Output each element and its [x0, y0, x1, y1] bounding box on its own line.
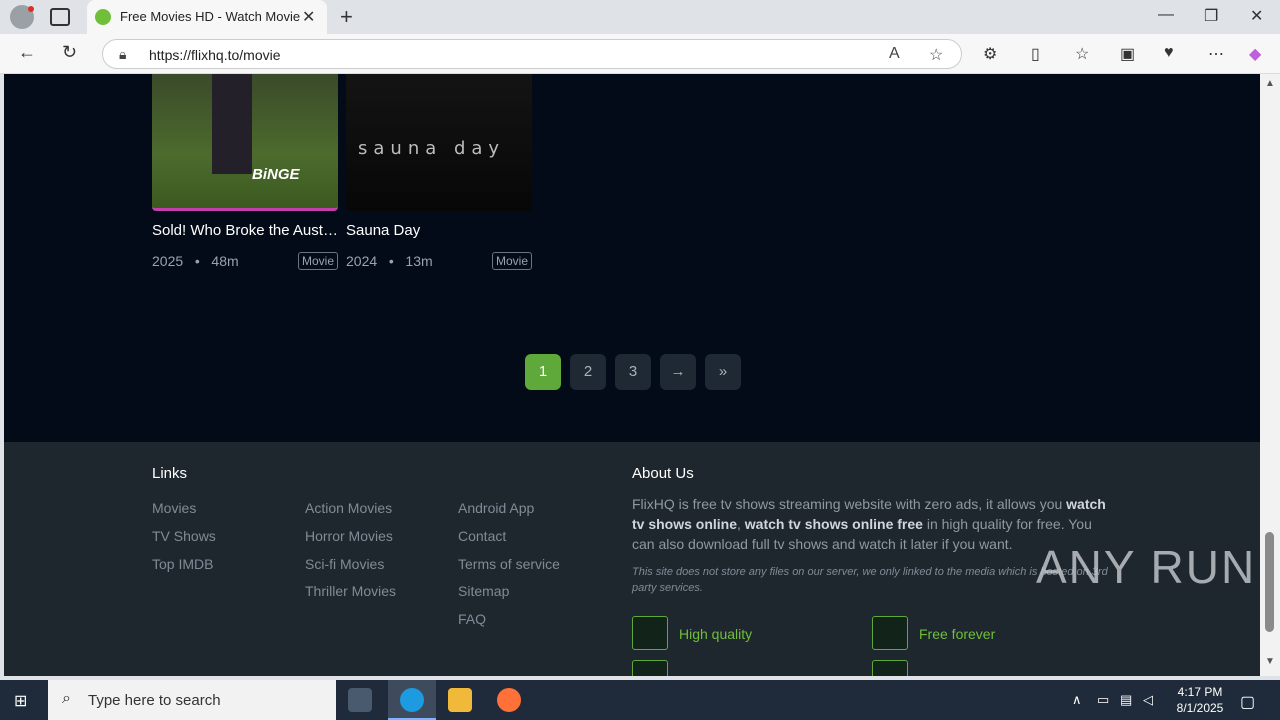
- movie-year: 2025: [152, 253, 184, 269]
- links-heading: Links: [152, 465, 188, 482]
- footer-link-scifi[interactable]: Sci-fi Movies: [305, 556, 384, 572]
- notification-dot: [28, 6, 34, 12]
- movie-title[interactable]: Sauna Day: [346, 222, 532, 239]
- footer-link-sitemap[interactable]: Sitemap: [458, 583, 509, 599]
- about-keyword: watch tv shows online free: [744, 516, 923, 532]
- last-page-button[interactable]: »: [705, 354, 741, 390]
- split-screen-icon[interactable]: ▯: [1031, 44, 1040, 64]
- page-1-button[interactable]: 1: [525, 354, 561, 390]
- footer-link-android-app[interactable]: Android App: [458, 500, 534, 516]
- refresh-icon[interactable]: ↻: [62, 42, 77, 63]
- footer-link-horror[interactable]: Horror Movies: [305, 528, 393, 544]
- meta-separator: •: [388, 253, 394, 269]
- extensions-icon[interactable]: ⚙: [983, 44, 997, 64]
- collections-icon[interactable]: ▣: [1120, 44, 1135, 64]
- anyrun-watermark: ANY RUN: [1036, 541, 1257, 593]
- task-view-icon[interactable]: [348, 688, 372, 712]
- movie-meta: 2025 • 48m: [152, 253, 239, 269]
- page-3-button[interactable]: 3: [615, 354, 651, 390]
- new-tab-button[interactable]: +: [340, 4, 353, 30]
- url-text[interactable]: https://flixhq.to/movie: [149, 47, 281, 63]
- footer-link-contact[interactable]: Contact: [458, 528, 506, 544]
- about-heading: About Us: [632, 465, 694, 482]
- footer-link-faq[interactable]: FAQ: [458, 611, 486, 627]
- download-icon: [632, 660, 668, 676]
- footer-link-action[interactable]: Action Movies: [305, 500, 392, 516]
- tab-title: Free Movies HD - Watch Movies online: [120, 9, 300, 24]
- movie-year: 2024: [346, 253, 378, 269]
- taskbar-clock[interactable]: 4:17 PM 8/1/2025: [1170, 684, 1230, 716]
- movie-poster[interactable]: BiNGE: [152, 74, 338, 211]
- about-text-part: ,: [737, 516, 745, 532]
- tray-device-icon[interactable]: ▭: [1097, 692, 1109, 708]
- movie-type-badge: Movie: [491, 252, 532, 270]
- settings-more-icon[interactable]: ⋯: [1208, 44, 1224, 64]
- about-text-part: FlixHQ is free tv shows streaming websit…: [632, 496, 1067, 512]
- back-icon[interactable]: ←: [18, 42, 36, 63]
- clock-time: 4:17 PM: [1177, 685, 1223, 699]
- window-close-icon[interactable]: ✕: [1250, 6, 1263, 26]
- next-page-button[interactable]: →: [660, 354, 696, 390]
- tab-actions-icon[interactable]: [50, 8, 70, 26]
- scroll-up-icon[interactable]: ▲: [1265, 78, 1275, 89]
- page-2-button[interactable]: 2: [570, 354, 606, 390]
- subtitle-icon: [872, 660, 908, 676]
- search-icon: ⌕: [62, 690, 71, 707]
- favorites-icon[interactable]: ☆: [1075, 44, 1089, 64]
- footer-link-movies[interactable]: Movies: [152, 500, 196, 516]
- firefox-icon[interactable]: [497, 688, 521, 712]
- windows-taskbar: ⊞ ⌕ Type here to search ∧ ▭ ▤ ◁ 4:17 PM …: [0, 680, 1280, 720]
- tab-close-icon[interactable]: ✕: [302, 7, 315, 27]
- volume-icon[interactable]: ◁: [1143, 692, 1153, 708]
- address-bar[interactable]: 🔒︎ https://flixhq.to/movie A ☆: [102, 39, 962, 69]
- taskbar-search-box[interactable]: ⌕ Type here to search: [48, 680, 336, 720]
- browser-essentials-icon[interactable]: ♥: [1164, 44, 1174, 62]
- read-aloud-icon[interactable]: A: [889, 45, 900, 63]
- movie-meta: 2024 • 13m: [346, 253, 433, 269]
- movie-poster[interactable]: sauna day: [346, 74, 532, 211]
- feature-high-quality: High quality: [679, 626, 753, 642]
- clock-date: 8/1/2025: [1176, 701, 1224, 715]
- poster-figure: [212, 74, 252, 174]
- favorite-star-icon[interactable]: ☆: [929, 45, 943, 65]
- footer-link-terms[interactable]: Terms of service: [458, 556, 560, 572]
- network-icon[interactable]: ▤: [1120, 692, 1132, 708]
- poster-logo: BiNGE: [252, 166, 300, 183]
- footer-link-tv-shows[interactable]: TV Shows: [152, 528, 216, 544]
- active-tab[interactable]: Free Movies HD - Watch Movies online ✕: [87, 0, 327, 34]
- notifications-icon[interactable]: ▢: [1240, 692, 1255, 712]
- crown-icon: [632, 616, 668, 650]
- poster-title-art: sauna day: [358, 138, 506, 159]
- site-info-icon[interactable]: 🔒︎: [119, 46, 126, 63]
- scroll-thumb[interactable]: [1265, 532, 1274, 632]
- play-icon: [872, 616, 908, 650]
- windows-start-icon[interactable]: ⊞: [14, 691, 27, 711]
- tray-chevron-icon[interactable]: ∧: [1072, 692, 1082, 708]
- movie-title[interactable]: Sold! Who Broke the Australian Property …: [152, 222, 338, 239]
- movie-type-badge: Movie: [297, 252, 338, 270]
- search-placeholder[interactable]: Type here to search: [88, 692, 221, 709]
- footer-link-thriller[interactable]: Thriller Movies: [305, 583, 396, 599]
- footer-link-top-imdb[interactable]: Top IMDB: [152, 556, 213, 572]
- movie-duration: 48m: [211, 253, 239, 269]
- scroll-down-icon[interactable]: ▼: [1265, 656, 1275, 667]
- restore-icon[interactable]: ❐: [1204, 6, 1218, 26]
- minimize-icon[interactable]: —: [1158, 6, 1174, 24]
- page-scrollbar[interactable]: ▲ ▼: [1260, 74, 1280, 676]
- movie-duration: 13m: [405, 253, 433, 269]
- feature-free-forever: Free forever: [919, 626, 996, 642]
- edge-icon[interactable]: [400, 688, 424, 712]
- file-explorer-icon[interactable]: [448, 688, 472, 712]
- copilot-icon[interactable]: ◆: [1249, 44, 1261, 64]
- tab-bar: Free Movies HD - Watch Movies online ✕ +…: [0, 0, 1280, 34]
- meta-separator: •: [194, 253, 200, 269]
- browser-toolbar: ← ↻ 🔒︎ https://flixhq.to/movie A ☆ ⚙ ▯ ☆…: [0, 34, 1280, 74]
- flixhq-favicon-icon: [95, 9, 111, 25]
